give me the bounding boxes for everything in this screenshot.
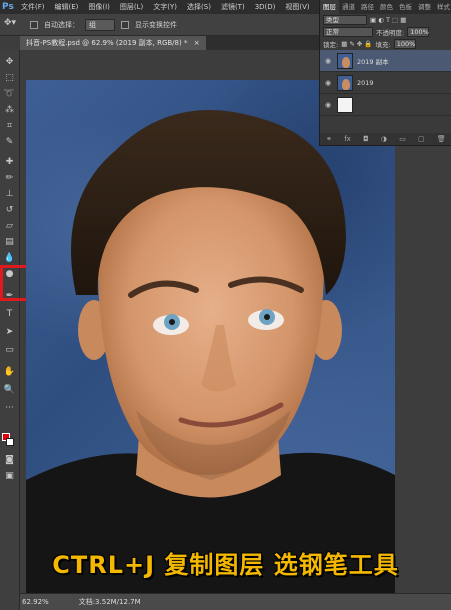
fill-label: 填充: <box>375 41 391 49</box>
portrait-image <box>26 110 395 593</box>
video-subtitle: CTRL+J 复制图层 选钢笔工具 <box>52 551 399 579</box>
document-tab[interactable]: 抖音-PS教程.psd @ 62.9% (2019 副本, RGB/8) * × <box>20 36 206 50</box>
tab-channels[interactable]: 通道 <box>339 0 358 14</box>
link-icon[interactable]: ⚭ <box>326 135 332 143</box>
move-tool-icon[interactable]: ✥ <box>3 56 16 68</box>
photoshop-logo: Ps <box>2 2 14 12</box>
zoom-tool-icon[interactable]: 🔍 <box>3 384 16 396</box>
tab-color[interactable]: 颜色 <box>377 0 396 14</box>
tab-paths[interactable]: 路径 <box>358 0 377 14</box>
opacity-label: 不透明度: <box>376 29 405 37</box>
eye-icon[interactable]: ◉ <box>323 101 333 109</box>
menu-3d[interactable]: 3D(D) <box>250 0 281 14</box>
document-canvas[interactable] <box>26 80 395 593</box>
type-tool-icon[interactable]: T <box>3 308 16 320</box>
move-tool-icon[interactable]: ✥▾ <box>4 18 24 32</box>
tab-swatches[interactable]: 色板 <box>396 0 415 14</box>
lock-icons[interactable]: ▦ ✎ ✥ 🔒 <box>341 40 372 48</box>
tab-adjustments[interactable]: 调整 <box>415 0 434 14</box>
blend-row: 正常 不透明度: 100% <box>320 26 451 38</box>
zoom-level[interactable]: 62.92% <box>22 598 49 606</box>
layers-panel: 图层 通道 路径 颜色 色板 调整 样式 类型 ▣ ◐ T ⬚ ▦ 正常 不透明… <box>319 0 451 146</box>
menu-edit[interactable]: 编辑(E) <box>50 0 84 14</box>
quick-mask-icon[interactable]: ◙ <box>3 454 16 466</box>
healing-brush-tool-icon[interactable]: ✚ <box>3 156 16 168</box>
trash-icon[interactable]: 🗑 <box>437 135 446 143</box>
layers-panel-footer: ⚭ fx ◘ ◑ ▭ ▢ 🗑 <box>320 133 451 145</box>
show-transform-checkbox[interactable] <box>121 20 129 29</box>
layer-thumbnail <box>337 74 353 91</box>
rectangle-tool-icon[interactable]: ▭ <box>3 344 16 356</box>
document-tab-title: 抖音-PS教程.psd @ 62.9% (2019 副本, RGB/8) * <box>26 39 188 47</box>
layer-row[interactable]: ◉ 2019 副本 <box>320 50 451 72</box>
panel-tabs: 图层 通道 路径 颜色 色板 调整 样式 <box>320 0 451 14</box>
auto-select-checkbox[interactable] <box>30 20 38 29</box>
menu-filter[interactable]: 滤镜(T) <box>216 0 250 14</box>
path-selection-tool-icon[interactable]: ➤ <box>3 326 16 338</box>
layer-filter-row: 类型 ▣ ◐ T ⬚ ▦ <box>320 14 451 26</box>
menu-image[interactable]: 图像(I) <box>83 0 115 14</box>
brush-tool-icon[interactable]: ✏ <box>3 172 16 184</box>
show-transform-label: 显示变换控件 <box>135 20 177 29</box>
screen-mode-icon[interactable]: ▣ <box>3 470 16 482</box>
folder-icon[interactable]: ▭ <box>399 135 406 143</box>
lock-label: 锁定: <box>323 41 339 49</box>
menu-type[interactable]: 文字(Y) <box>148 0 182 14</box>
lock-row: 锁定: ▦ ✎ ✥ 🔒 填充: 100% <box>320 38 451 50</box>
close-icon[interactable]: × <box>194 39 200 47</box>
lasso-tool-icon[interactable]: ➰ <box>3 88 16 100</box>
status-bar: 62.92% 文档:3.52M/12.7M <box>20 593 451 610</box>
blend-mode-select[interactable]: 正常 <box>323 27 373 37</box>
clone-stamp-tool-icon[interactable]: ⊥ <box>3 188 16 200</box>
eyedropper-tool-icon[interactable]: ✎ <box>3 136 16 148</box>
filter-icons[interactable]: ▣ ◐ T ⬚ ▦ <box>370 16 406 24</box>
opacity-input[interactable]: 100% <box>407 27 430 37</box>
crop-tool-icon[interactable]: ⌗ <box>3 120 16 132</box>
auto-select-dropdown[interactable]: 组 <box>85 18 115 31</box>
marquee-tool-icon[interactable]: ⬚ <box>3 72 16 84</box>
menu-select[interactable]: 选择(S) <box>182 0 216 14</box>
menu-view[interactable]: 视图(V) <box>280 0 314 14</box>
fx-icon[interactable]: fx <box>344 135 351 143</box>
layer-row[interactable]: ◉ <box>320 94 451 116</box>
document-tab-row: 抖音-PS教程.psd @ 62.9% (2019 副本, RGB/8) * × <box>20 36 320 50</box>
layer-kind-filter[interactable]: 类型 <box>323 15 367 25</box>
eye-icon[interactable]: ◉ <box>323 79 333 87</box>
new-layer-icon[interactable]: ▢ <box>418 135 425 143</box>
tab-layers[interactable]: 图层 <box>320 0 339 14</box>
layer-row[interactable]: ◉ 2019 <box>320 72 451 94</box>
blur-tool-icon[interactable]: 💧 <box>3 252 16 264</box>
document-size: 文档:3.52M/12.7M <box>78 598 141 606</box>
layer-thumbnail <box>337 96 353 113</box>
tab-styles[interactable]: 样式 <box>434 0 451 14</box>
menu-layer[interactable]: 图层(L) <box>115 0 148 14</box>
adjustment-icon[interactable]: ◑ <box>381 135 387 143</box>
quick-select-tool-icon[interactable]: ⁂ <box>3 104 16 116</box>
auto-select-label: 自动选择： <box>44 20 79 29</box>
mask-icon[interactable]: ◘ <box>363 135 369 143</box>
fill-input[interactable]: 100% <box>393 39 416 49</box>
history-brush-tool-icon[interactable]: ↺ <box>3 204 16 216</box>
hand-tool-icon[interactable]: ✋ <box>3 366 16 378</box>
layer-thumbnail <box>337 52 353 69</box>
tools-panel: ✥ ⬚ ➰ ⁂ ⌗ ✎ ✚ ✏ ⊥ ↺ ▱ ▤ 💧 ● ✒ T ➤ ▭ ✋ 🔍 … <box>0 50 20 610</box>
eraser-tool-icon[interactable]: ▱ <box>3 220 16 232</box>
background-color-swatch[interactable] <box>6 438 14 446</box>
menu-file[interactable]: 文件(F) <box>16 0 50 14</box>
layer-name: 2019 <box>357 78 374 87</box>
more-tools-icon[interactable]: ··· <box>3 402 16 414</box>
eye-icon[interactable]: ◉ <box>323 57 333 65</box>
gradient-tool-icon[interactable]: ▤ <box>3 236 16 248</box>
layer-name: 2019 副本 <box>357 57 389 66</box>
